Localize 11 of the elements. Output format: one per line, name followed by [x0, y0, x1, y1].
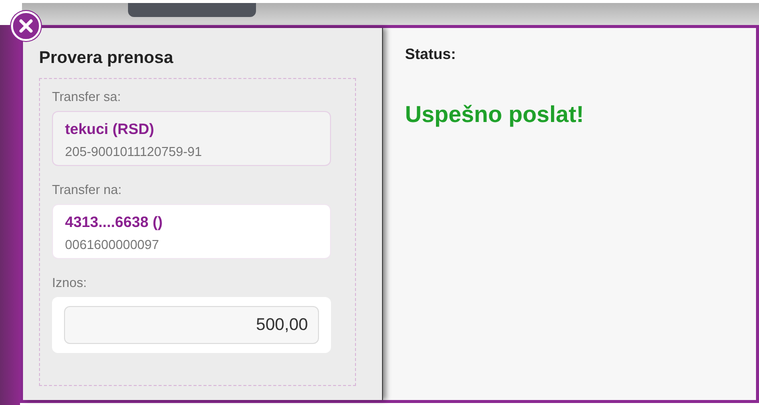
account-number: 0061600000097	[65, 237, 160, 252]
amount-field[interactable]: 500,00	[64, 306, 319, 344]
status-message: Uspešno poslat!	[405, 101, 585, 128]
field-label: Transfer sa:	[52, 89, 122, 104]
account-name: tekuci (RSD)	[65, 121, 156, 138]
panel-title: Provera prenosa	[39, 48, 174, 68]
status-label: Status:	[405, 46, 457, 63]
account-number: 205-9001011120759-91	[65, 144, 203, 159]
account-name: 4313....6638 ()	[65, 214, 164, 231]
field-label: Transfer na:	[52, 182, 123, 197]
field-label: Iznos:	[52, 275, 88, 290]
